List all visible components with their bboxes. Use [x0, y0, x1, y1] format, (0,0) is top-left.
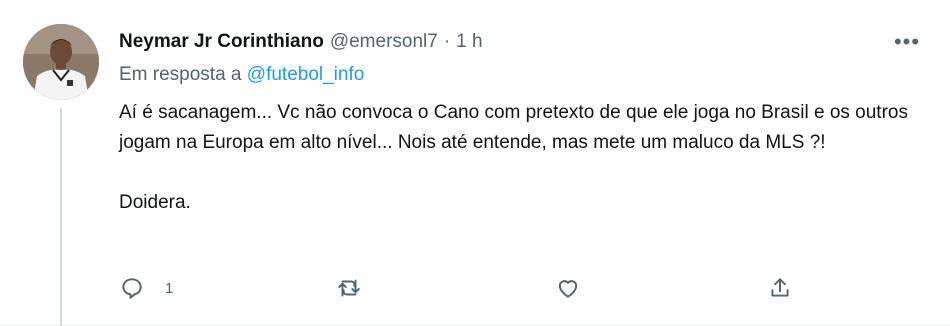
action-bar: 1	[119, 272, 799, 304]
tweet-paragraph: Aí é sacanagem... Vc não convoca o Cano …	[119, 102, 908, 153]
reply-prefix: Em resposta a	[119, 64, 242, 85]
tweet-header: Neymar Jr Corinthiano @emersonl7 · 1 h	[119, 28, 483, 56]
heart-icon	[558, 280, 578, 298]
tweet-paragraph: Doidera.	[119, 192, 191, 213]
reply-button[interactable]: 1	[119, 272, 173, 304]
tweet-text: Aí é sacanagem... Vc não convoca o Cano …	[119, 98, 919, 218]
author-handle[interactable]: @emersonl7	[330, 31, 438, 53]
author-name[interactable]: Neymar Jr Corinthiano	[119, 31, 324, 53]
reply-icon	[122, 278, 142, 299]
separator-dot: ·	[443, 31, 451, 52]
timestamp[interactable]: 1 h	[456, 31, 482, 53]
share-button[interactable]	[767, 272, 793, 304]
thread-line	[60, 108, 62, 325]
reply-count: 1	[165, 279, 174, 297]
avatar[interactable]	[23, 24, 99, 100]
like-button[interactable]	[555, 272, 601, 304]
reply-context: Em resposta a @futebol_info	[119, 64, 364, 86]
retweet-button[interactable]	[336, 272, 382, 304]
share-icon	[771, 278, 789, 297]
avatar-image	[23, 24, 99, 100]
reply-to-link[interactable]: @futebol_info	[247, 64, 365, 85]
tweet[interactable]: Neymar Jr Corinthiano @emersonl7 · 1 h •…	[0, 0, 950, 326]
more-options-icon[interactable]: •••	[892, 29, 922, 54]
retweet-icon	[338, 279, 360, 297]
